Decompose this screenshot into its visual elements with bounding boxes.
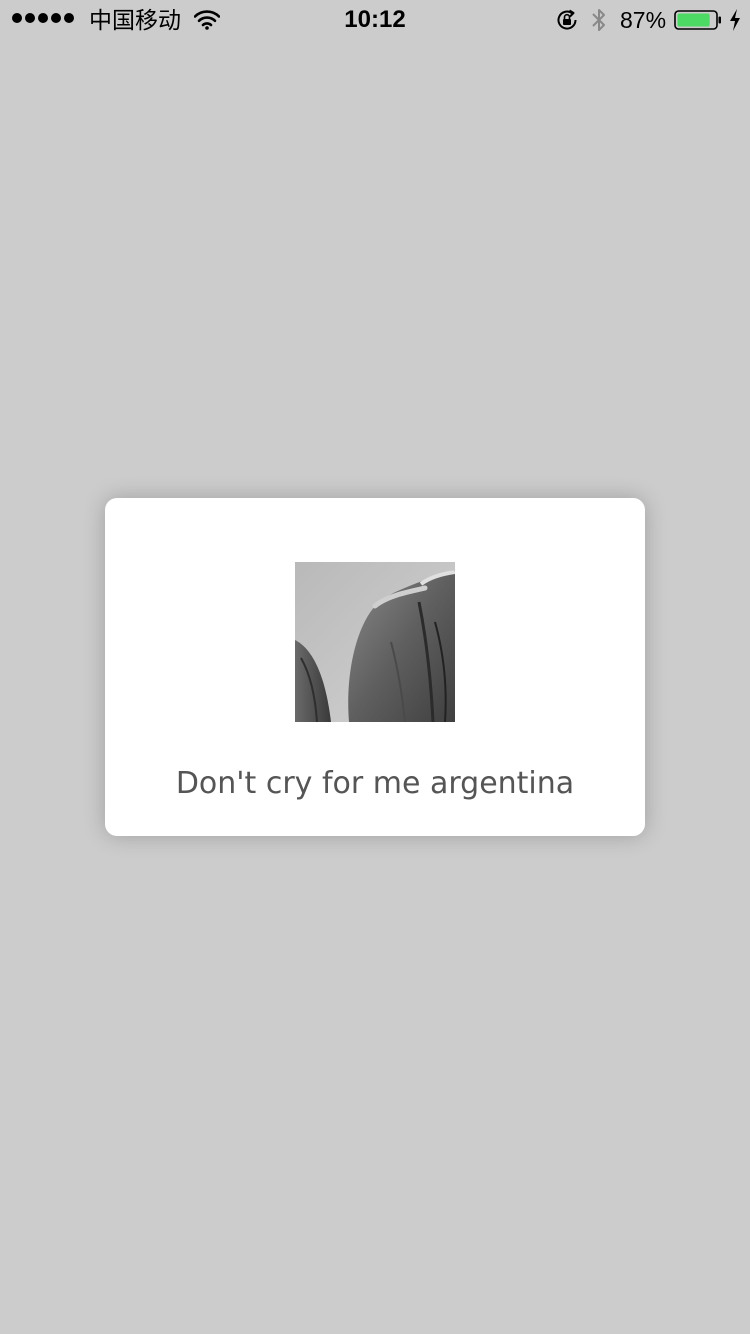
rotation-lock-icon: [557, 9, 577, 30]
bluetooth-icon: [592, 9, 605, 31]
toast-dialog: Don't cry for me argentina: [105, 498, 645, 836]
battery-icon: [674, 10, 721, 30]
photo-thumbnail-image: [295, 562, 455, 722]
battery-percentage: 87%: [620, 7, 667, 33]
toast-message-text: Don't cry for me argentina: [175, 766, 575, 801]
status-bar: 中国移动 10:12 87%: [0, 0, 750, 40]
charging-bolt-icon: [730, 9, 740, 31]
